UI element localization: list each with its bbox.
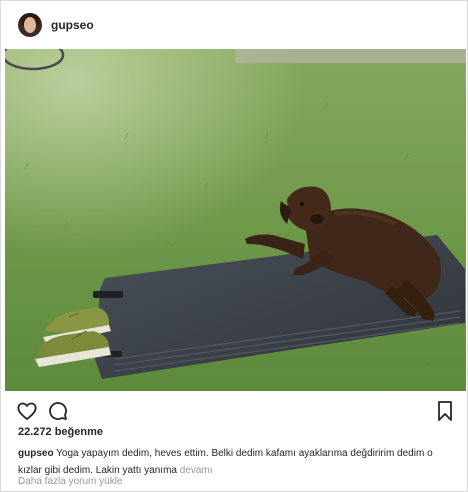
caption-text: Yoga yapayım dedim, heves ettim. Belki d… — [18, 448, 433, 476]
caption-username[interactable]: gupseo — [18, 448, 54, 459]
caption: gupseo Yoga yapayım dedim, heves ettim. … — [18, 445, 458, 479]
comment-button[interactable] — [46, 399, 70, 423]
action-bar — [1, 399, 467, 423]
heart-icon — [17, 402, 37, 420]
post-card: gupseo 22.272 beğenme gupseo Yoga yapayı… — [0, 0, 468, 492]
like-button[interactable] — [15, 399, 39, 423]
more-link[interactable]: devamı — [180, 465, 213, 476]
like-count[interactable]: 22.272 beğenme — [18, 426, 103, 438]
avatar[interactable] — [18, 12, 42, 37]
username[interactable]: gupseo — [51, 18, 94, 32]
bookmark-icon — [438, 401, 452, 421]
post-header: gupseo — [1, 1, 467, 48]
load-more-comments[interactable]: Daha fazla yorum yükle — [18, 476, 123, 487]
comment-icon — [49, 402, 67, 420]
post-photo[interactable] — [5, 49, 466, 391]
save-button[interactable] — [433, 399, 457, 423]
